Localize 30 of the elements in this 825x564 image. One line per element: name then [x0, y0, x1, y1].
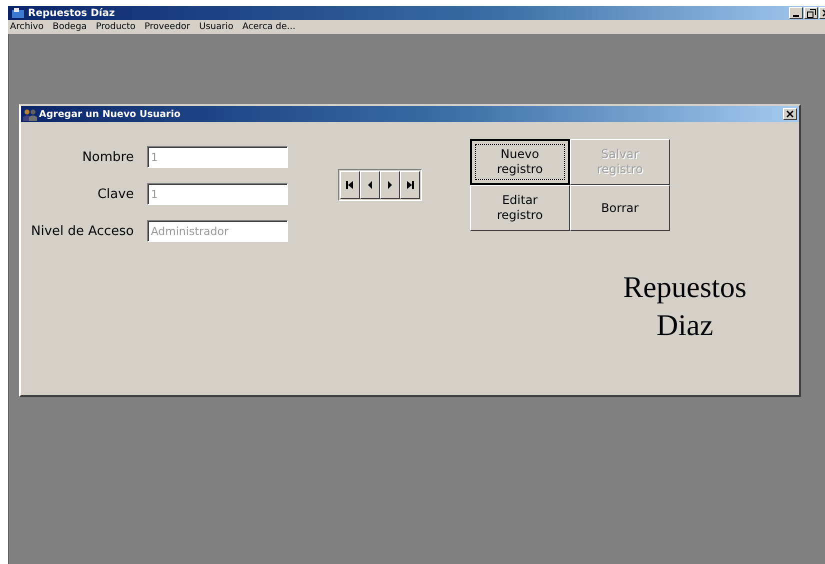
menu-item[interactable]: Archivo	[10, 22, 44, 32]
close-button[interactable]	[783, 108, 797, 120]
triangle-right-icon	[386, 181, 394, 189]
menu-item[interactable]: Usuario	[199, 22, 234, 32]
menu-item[interactable]: Bodega	[52, 22, 87, 32]
next-button[interactable]	[380, 171, 400, 199]
restore-icon	[806, 8, 816, 18]
skip-forward-icon	[406, 181, 414, 189]
triangle-left-icon	[366, 181, 374, 189]
action-button[interactable]: Borrar	[570, 185, 670, 231]
users-icon	[23, 108, 37, 120]
restore-button[interactable]	[804, 7, 818, 19]
menu-item[interactable]: Producto	[96, 22, 136, 32]
field-label: Nivel de Acceso	[31, 223, 134, 239]
dialog-title: Agregar un Nuevo Usuario	[39, 108, 181, 120]
menu-item[interactable]: Acerca de...	[242, 22, 296, 32]
action-button[interactable]: Nuevo registro	[470, 139, 570, 185]
previous-button[interactable]	[360, 171, 380, 199]
logo-text: Diaz	[656, 308, 714, 344]
field-label: Clave	[96, 186, 134, 202]
action-button[interactable]: Editar registro	[470, 185, 570, 231]
last-button[interactable]	[400, 171, 420, 199]
skip-back-icon	[346, 181, 354, 189]
logo-text: Repuestos	[623, 270, 746, 306]
menu-item[interactable]: Proveedor	[144, 22, 190, 32]
first-button[interactable]	[340, 171, 360, 199]
close-icon	[786, 110, 794, 118]
minimize-button[interactable]	[789, 7, 803, 19]
window-title: Repuestos Díaz	[28, 8, 115, 18]
field-label: Nombre	[81, 149, 134, 165]
